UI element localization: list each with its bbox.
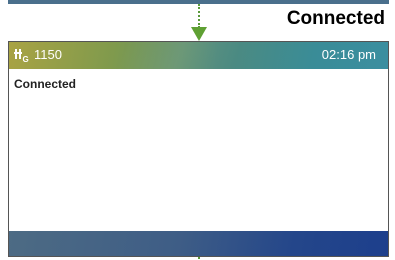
flow-connector-line — [198, 4, 200, 28]
phone-line-icon: G — [14, 47, 30, 64]
clock-time: 02:16 pm — [321, 47, 376, 62]
extension-number: 1150 — [34, 47, 62, 62]
flow-arrow-down-icon — [191, 27, 207, 41]
call-status-text: Connected — [14, 77, 77, 91]
svg-text:G: G — [23, 55, 29, 63]
softkey-bar[interactable] — [9, 231, 388, 256]
phone-screen: G 1150 02:16 pm Connected — [8, 41, 389, 257]
step-caption: Connected — [286, 8, 385, 29]
status-bar: G 1150 02:16 pm — [9, 42, 388, 69]
